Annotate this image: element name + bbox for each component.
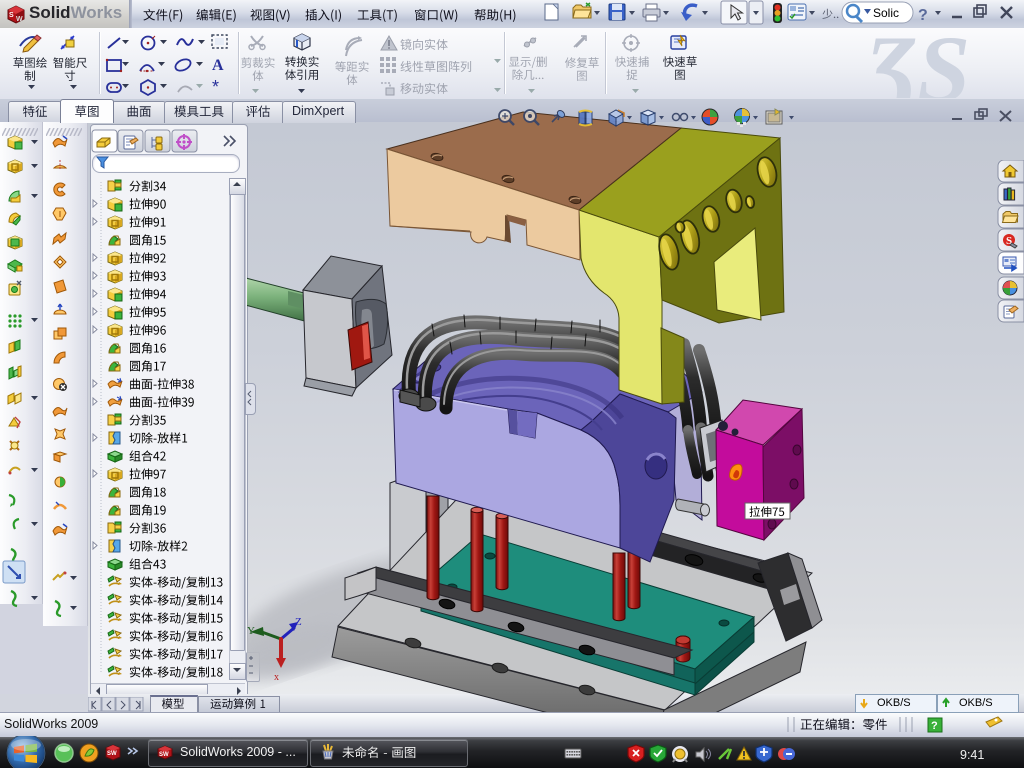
svg-text:Z: Z xyxy=(295,616,302,628)
svg-text:Y: Y xyxy=(247,625,255,637)
svg-text:SW: SW xyxy=(107,751,117,757)
svg-text:9:41: 9:41 xyxy=(960,748,984,762)
svg-text:SW: SW xyxy=(159,752,169,758)
svg-text:x: x xyxy=(274,672,279,683)
svg-text:?: ? xyxy=(931,720,938,732)
